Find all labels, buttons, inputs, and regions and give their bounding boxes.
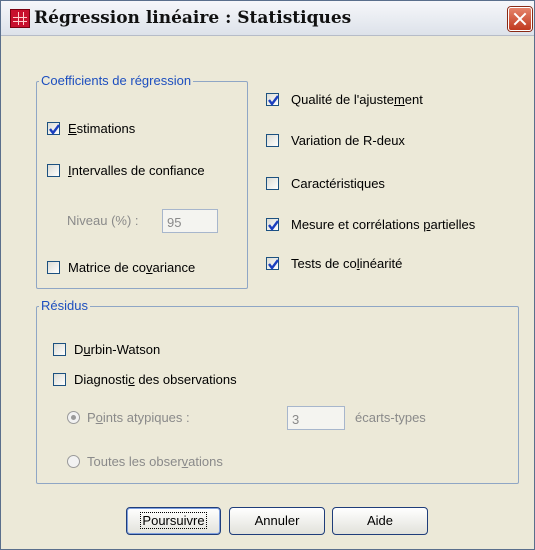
intervalles-label: Intervalles de confiance	[68, 163, 205, 178]
diagnostic-checkbox[interactable]	[53, 373, 66, 386]
caracteristiques-checkbox[interactable]	[266, 177, 279, 190]
qualite-checkbox[interactable]	[266, 93, 279, 106]
dialog-window: Régression linéaire : Statistiques Coeff…	[0, 0, 535, 550]
ecarts-types-input[interactable]: 3	[287, 406, 345, 430]
niveau-label: Niveau (%) :	[67, 213, 139, 228]
durbin-watson-checkbox[interactable]	[53, 343, 66, 356]
checkmark-icon	[268, 95, 279, 106]
caracteristiques-label: Caractéristiques	[291, 176, 385, 191]
coefficients-legend: Coefficients de régression	[39, 73, 194, 88]
poursuivre-button-label: Poursuivre	[140, 512, 207, 529]
spss-table-icon	[10, 9, 30, 28]
durbin-watson-label: Durbin-Watson	[74, 342, 161, 357]
variation-r-deux-label: Variation de R-deux	[291, 133, 405, 148]
window-title: Régression linéaire : Statistiques	[34, 8, 352, 28]
points-atypiques-radio[interactable]	[67, 411, 80, 424]
toutes-observations-radio[interactable]	[67, 455, 80, 468]
checkmark-icon	[49, 124, 60, 135]
niveau-input[interactable]: 95	[162, 209, 218, 233]
mesure-correlations-label: Mesure et corrélations partielles	[291, 217, 476, 232]
checkmark-icon	[268, 220, 279, 231]
poursuivre-button[interactable]: Poursuivre	[126, 507, 221, 535]
mesure-correlations-checkbox[interactable]	[266, 218, 279, 231]
diagnostic-label: Diagnostic des observations	[74, 372, 237, 387]
checkmark-icon	[268, 259, 279, 270]
tests-colinearite-checkbox[interactable]	[266, 257, 279, 270]
variation-r-deux-checkbox[interactable]	[266, 134, 279, 147]
matrice-checkbox[interactable]	[47, 261, 60, 274]
estimations-label: Estimations	[68, 121, 136, 136]
qualite-label: Qualité de l'ajustement	[291, 92, 423, 107]
residus-legend: Résidus	[39, 298, 90, 313]
close-button[interactable]	[508, 7, 532, 31]
intervalles-checkbox[interactable]	[47, 164, 60, 177]
coefficients-group	[36, 81, 248, 289]
estimations-checkbox[interactable]	[47, 122, 60, 135]
toutes-observations-label: Toutes les observations	[87, 454, 223, 469]
points-atypiques-label: Points atypiques :	[87, 410, 190, 425]
title-bar: Régression linéaire : Statistiques	[1, 1, 534, 36]
matrice-label: Matrice de covariance	[68, 260, 196, 275]
annuler-button[interactable]: Annuler	[229, 507, 325, 535]
ecarts-types-label: écarts-types	[355, 410, 426, 425]
aide-button[interactable]: Aide	[332, 507, 428, 535]
tests-colinearite-label: Tests de colinéarité	[291, 256, 403, 271]
